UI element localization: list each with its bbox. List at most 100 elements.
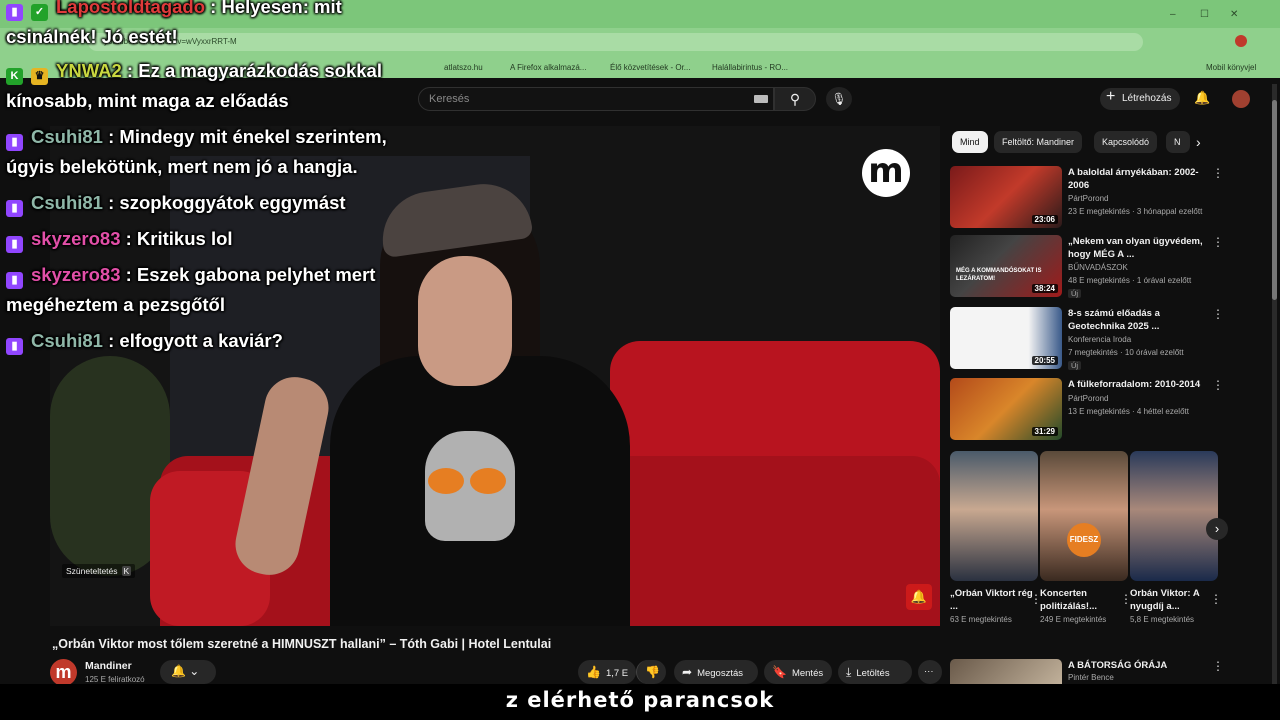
chat-username: YNWA2 [56, 60, 122, 81]
kebab-menu-icon[interactable]: ⋮ [1212, 235, 1224, 249]
shorts-next-button[interactable]: › [1206, 518, 1228, 540]
kebab-menu-icon[interactable]: ⋮ [1212, 378, 1224, 392]
recommendation-item[interactable]: 31:29 A fülkeforradalom: 2010-2014 PártP… [950, 378, 1230, 442]
chat-text-cont: kínosabb, mint maga az előadás [6, 90, 289, 111]
recommendation-item[interactable]: MÉG A KOMMANDÓSOKAT IS LEZÁRATOM! 38:24 … [950, 235, 1230, 299]
chat-message: ▮ Csuhi81 : szopkoggyátok eggymást [6, 188, 346, 218]
new-badge: Új [1068, 289, 1082, 298]
share-icon: ➦ [682, 665, 693, 679]
video-shirt-glasses [470, 468, 506, 494]
kebab-menu-icon[interactable]: ⋮ [1212, 166, 1224, 180]
download-label: Letöltés [856, 668, 890, 679]
kebab-menu-icon[interactable]: ⋮ [1212, 659, 1224, 673]
pause-key: K [121, 566, 132, 576]
channel-avatar[interactable]: m [50, 659, 77, 686]
chat-username: Csuhi81 [31, 192, 103, 213]
chat-text: : szopkoggyátok eggymást [102, 192, 346, 213]
chip-all[interactable]: Mind [952, 131, 988, 153]
recommendation-title: A baloldal árnyékában: 2002-2006 [1068, 167, 1199, 191]
duration-badge: 23:06 [1031, 215, 1058, 224]
bookmark-item[interactable]: Halállabirintus - RO... [712, 63, 788, 72]
chat-message: ▮ ✓ Lapostoldtagado : Helyesen: mit csinál… [6, 0, 342, 52]
recommendation-meta: 13 E megtekintés · 4 héttel ezelőtt [1068, 407, 1189, 416]
twitch-badge-icon: ▮ [6, 200, 23, 217]
twitch-badge-icon: ▮ [6, 134, 23, 151]
chat-username: skyzero83 [31, 264, 121, 285]
maximize-icon[interactable]: ☐ [1200, 9, 1209, 20]
chat-text: : Ez a magyarázkodás sokkal [121, 60, 382, 81]
chat-username: Csuhi81 [31, 330, 103, 351]
green-badge-icon: ✓ [31, 4, 48, 21]
twitch-badge-icon: ▮ [6, 4, 23, 21]
short-thumbnail: FIDESZ [1040, 451, 1128, 581]
bookmark-item[interactable]: Mobil könyvjel [1206, 63, 1256, 72]
video-bell-icon[interactable]: 🔔 [906, 584, 932, 610]
chat-text: : Kritikus lol [120, 228, 233, 249]
kebab-menu-icon[interactable]: ⋮ [1212, 307, 1224, 321]
short-item[interactable]: „Orbán Viktort rég ... 63 E megtekintés … [950, 451, 1042, 624]
recommendation-title: 8-s számú előadás a Geotechnika 2025 ... [1068, 308, 1160, 332]
recommendation-meta: 7 megtekintés · 10 órával ezelőtt [1068, 348, 1184, 357]
short-item[interactable]: Orbán Viktor: A nyugdíj a... 5,8 E megte… [1130, 451, 1222, 624]
avatar[interactable] [1232, 90, 1250, 108]
video-thumbnail: 31:29 [950, 378, 1062, 440]
mandiner-logo: m [862, 149, 910, 197]
bookmark-item[interactable]: Élő közvetítések - Or... [610, 63, 690, 72]
microphone-icon[interactable]: 🎙 [826, 87, 852, 111]
short-title: „Orbán Viktort rég ... [950, 588, 1033, 612]
subscribed-bell-button[interactable]: 🔔 ⌄ [160, 660, 216, 684]
search-button[interactable]: ⚲ [774, 87, 816, 111]
save-button[interactable]: 🔖 Mentés [764, 660, 832, 684]
browser-profile-icon[interactable] [1235, 35, 1247, 47]
more-actions-button[interactable]: ··· [918, 660, 942, 684]
bookmark-item[interactable]: atlatszo.hu [444, 63, 483, 72]
search-input[interactable]: Keresés [418, 87, 774, 111]
thumbs-down-icon: 👎 [645, 665, 660, 679]
chat-text: : Eszek gabona pelyhet mert [120, 264, 376, 285]
kebab-menu-icon[interactable]: ⋮ [1210, 592, 1222, 606]
dislike-button[interactable]: 👎 [636, 660, 666, 684]
recommendation-item[interactable]: 20:55 8-s számú előadás a Geotechnika 20… [950, 307, 1230, 371]
recommendation-channel: Pintér Bence [1068, 673, 1114, 682]
scrollbar-thumb[interactable] [1272, 100, 1277, 300]
chat-username: Csuhi81 [31, 126, 103, 147]
chevron-right-icon[interactable]: › [1196, 134, 1201, 150]
short-item[interactable]: FIDESZ Koncerten politizálás!... 249 E m… [1040, 451, 1132, 624]
crown-badge-icon: ♛ [31, 68, 48, 85]
recommendation-title: „Nekem van olyan ügyvédem, hogy MÉG A ..… [1068, 236, 1203, 260]
like-button[interactable]: 👍 1,7 E [578, 660, 636, 684]
chip-related[interactable]: Kapcsolódó [1094, 131, 1158, 153]
chat-message: ▮ skyzero83 : Eszek gabona pelyhet mert m… [6, 260, 375, 320]
video-title: „Orbán Viktor most tőlem szeretné a HIMN… [52, 637, 552, 651]
short-title: Orbán Viktor: A nyugdíj a... [1130, 588, 1200, 612]
channel-name[interactable]: Mandiner [85, 660, 132, 672]
chip-uploader[interactable]: Feltöltő: Mandiner [994, 131, 1083, 153]
thumbs-up-icon: 👍 [586, 665, 601, 679]
video-thumbnail: 20:55 [950, 307, 1062, 369]
notifications-bell-icon[interactable]: 🔔 [1194, 90, 1210, 106]
chat-text-cont: úgyis belekötünk, mert nem jó a hangja. [6, 156, 358, 177]
recommendation-item[interactable]: A BÁTORSÁG ÓRÁJA Pintér Bence ⋮ [950, 659, 1230, 684]
chip-more[interactable]: N [1166, 131, 1190, 153]
share-button[interactable]: ➦ Megosztás [674, 660, 758, 684]
keyboard-icon[interactable] [754, 95, 768, 103]
minimize-icon[interactable]: – [1170, 9, 1176, 20]
chevron-down-icon: ⌄ [189, 664, 200, 678]
chat-username: skyzero83 [31, 228, 121, 249]
download-button[interactable]: ⤓ Letöltés [838, 660, 912, 684]
chat-text: : Mindegy mit énekel szerintem, [102, 126, 387, 147]
new-badge: Új [1068, 361, 1082, 370]
thumbnail-caption: MÉG A KOMMANDÓSOKAT IS LEZÁRATOM! [956, 268, 1042, 282]
subscriber-count: 125 E feliratkozó [85, 675, 145, 684]
bookmark-item[interactable]: A Firefox alkalmazá... [510, 63, 586, 72]
short-title: Koncerten politizálás!... [1040, 588, 1098, 612]
more-icon: ··· [924, 666, 934, 677]
recommendation-item[interactable]: 23:06 A baloldal árnyékában: 2002-2006 P… [950, 166, 1230, 230]
chat-text: : elfogyott a kaviár? [102, 330, 283, 351]
recommendation-channel: PártPorond [1068, 394, 1109, 403]
download-icon: ⤓ [846, 665, 852, 679]
short-thumbnail [1130, 451, 1218, 581]
close-icon[interactable]: ✕ [1230, 9, 1238, 20]
twitch-badge-icon: ▮ [6, 338, 23, 355]
video-person-face [418, 256, 512, 386]
